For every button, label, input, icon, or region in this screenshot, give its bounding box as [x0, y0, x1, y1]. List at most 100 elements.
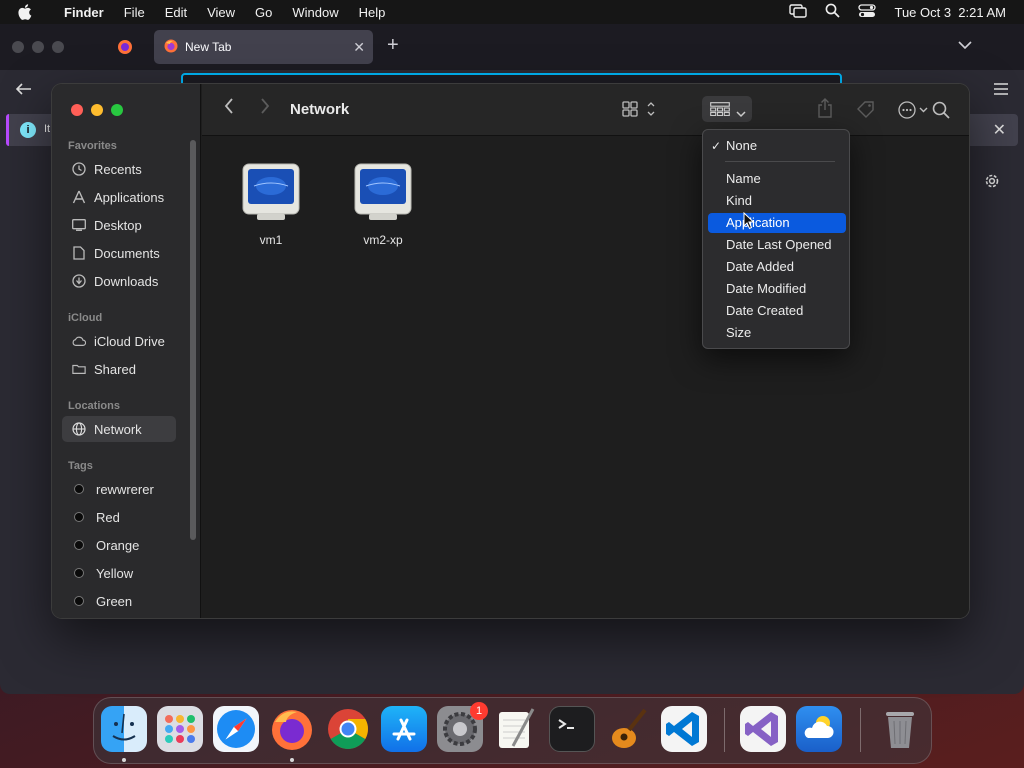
list-all-tabs-chevron-icon[interactable] [958, 36, 972, 54]
sidebar-item-documents[interactable]: Documents [62, 240, 176, 266]
share-icon[interactable] [817, 98, 833, 118]
info-icon: i [20, 122, 36, 138]
menu-item-name[interactable]: Name [708, 169, 846, 189]
finder-content-area: vm1 vm2-xp [202, 137, 969, 618]
icon-view-grid-icon[interactable] [622, 100, 656, 118]
tab-new-tab[interactable]: New Tab ✕ [154, 30, 373, 64]
menu-app-name[interactable]: Finder [54, 5, 114, 20]
shared-folder-icon [72, 362, 86, 376]
firefox-view-icon[interactable] [117, 39, 133, 60]
sidebar-item-downloads[interactable]: Downloads [62, 268, 176, 294]
zoom-dot[interactable] [52, 41, 64, 53]
menu-view[interactable]: View [197, 5, 245, 20]
sidebar-item-recents[interactable]: Recents [62, 156, 176, 182]
menu-item-kind[interactable]: Kind [708, 191, 846, 211]
dock-finder-icon[interactable] [101, 706, 147, 752]
dock-firefox-icon[interactable] [269, 706, 315, 752]
group-by-menu: ✓ None Name Kind Application Date Last O… [702, 129, 850, 349]
sidebar-item-label: Orange [96, 537, 140, 553]
minimize-button[interactable] [91, 104, 103, 116]
menu-edit[interactable]: Edit [155, 5, 197, 20]
clock-icon [72, 162, 86, 176]
menubar-clock[interactable]: Tue Oct 3 2:21 AM [894, 5, 1006, 20]
tab-title: New Tab [185, 40, 232, 54]
firefox-logo-icon [164, 39, 178, 56]
menu-file[interactable]: File [114, 5, 155, 20]
menu-item-none[interactable]: ✓ None [708, 136, 846, 156]
more-actions-ellipsis-icon[interactable] [898, 101, 932, 119]
sidebar-item-network[interactable]: Network [62, 416, 176, 442]
menu-window[interactable]: Window [282, 5, 348, 20]
sidebar-item-applications[interactable]: Applications [62, 184, 176, 210]
running-indicator [122, 758, 126, 762]
sidebar-item-shared[interactable]: Shared [62, 356, 176, 382]
menu-item-size[interactable]: Size [708, 323, 846, 343]
dock-vscode-icon[interactable] [661, 706, 707, 752]
apple-menu-icon[interactable] [18, 4, 42, 20]
globe-icon [72, 422, 86, 436]
search-icon[interactable] [932, 101, 950, 119]
tab-close-icon[interactable]: ✕ [353, 39, 365, 56]
window-controls [71, 104, 123, 116]
sidebar-tag-yellow[interactable]: Yellow [62, 560, 176, 586]
sidebar-item-label: iCloud Drive [94, 333, 165, 349]
sidebar-item-label: Downloads [94, 273, 159, 289]
new-tab-plus-icon[interactable]: + [387, 34, 399, 57]
menu-item-date-modified[interactable]: Date Modified [708, 279, 846, 299]
spotlight-search-icon[interactable] [825, 3, 841, 21]
control-center-icon[interactable] [858, 3, 877, 21]
sidebar-item-label: Green [96, 593, 133, 609]
back-arrow-icon[interactable] [15, 82, 32, 100]
notice-text: It [44, 123, 51, 135]
desktop-icon [72, 218, 86, 232]
dock-chrome-icon[interactable] [325, 706, 371, 752]
favorites-heading: Favorites [68, 140, 117, 152]
tag-dot-icon [74, 512, 84, 522]
dock-terminal-icon[interactable] [549, 706, 595, 752]
close-dot[interactable] [12, 41, 24, 53]
file-item-vm1[interactable]: vm1 [231, 162, 311, 247]
menu-item-date-last-opened[interactable]: Date Last Opened [708, 235, 846, 255]
sidebar-tag-orange[interactable]: Orange [62, 532, 176, 558]
dock-trash-icon[interactable] [877, 706, 923, 752]
menu-item-date-added[interactable]: Date Added [708, 257, 846, 277]
dock-visual-studio-icon[interactable] [740, 706, 786, 752]
close-button[interactable] [71, 104, 83, 116]
file-name: vm2-xp [363, 233, 403, 247]
sidebar-tag-rewwrerer[interactable]: rewwrerer [62, 476, 176, 502]
group-by-button[interactable] [702, 96, 752, 122]
notice-accent [6, 114, 9, 146]
menu-item-application[interactable]: Application [708, 213, 846, 233]
applications-icon [72, 190, 86, 204]
forward-chevron-icon[interactable] [260, 98, 270, 114]
dock-textedit-icon[interactable] [493, 706, 539, 752]
dock-garageband-icon[interactable] [605, 706, 651, 752]
sidebar-item-label: Desktop [94, 217, 142, 233]
tag-icon[interactable] [856, 100, 876, 118]
checkmark-icon: ✓ [711, 139, 722, 153]
zoom-button[interactable] [111, 104, 123, 116]
dock-safari-icon[interactable] [213, 706, 259, 752]
notice-close-icon[interactable]: ✕ [993, 120, 1006, 140]
dock-app-store-icon[interactable] [381, 706, 427, 752]
menu-item-date-created[interactable]: Date Created [708, 301, 846, 321]
dock-weather-icon[interactable] [796, 706, 842, 752]
sidebar-item-icloud-drive[interactable]: iCloud Drive [62, 328, 176, 354]
tag-dot-icon [74, 568, 84, 578]
finder-sidebar: Favorites Recents Applications Desktop D… [52, 84, 201, 618]
menu-help[interactable]: Help [349, 5, 396, 20]
icloud-heading: iCloud [68, 312, 103, 324]
dock-launchpad-icon[interactable] [157, 706, 203, 752]
back-chevron-icon[interactable] [224, 98, 234, 114]
screen-mirroring-icon[interactable] [789, 3, 808, 21]
sidebar-item-desktop[interactable]: Desktop [62, 212, 176, 238]
sidebar-tag-red[interactable]: Red [62, 504, 176, 530]
gear-icon[interactable] [983, 172, 1001, 195]
minimize-dot[interactable] [32, 41, 44, 53]
hamburger-menu-icon[interactable] [994, 82, 1008, 100]
menu-go[interactable]: Go [245, 5, 282, 20]
file-item-vm2-xp[interactable]: vm2-xp [343, 162, 423, 247]
running-indicator [290, 758, 294, 762]
sidebar-tag-green[interactable]: Green [62, 588, 176, 614]
sidebar-scrollbar[interactable] [190, 140, 196, 540]
